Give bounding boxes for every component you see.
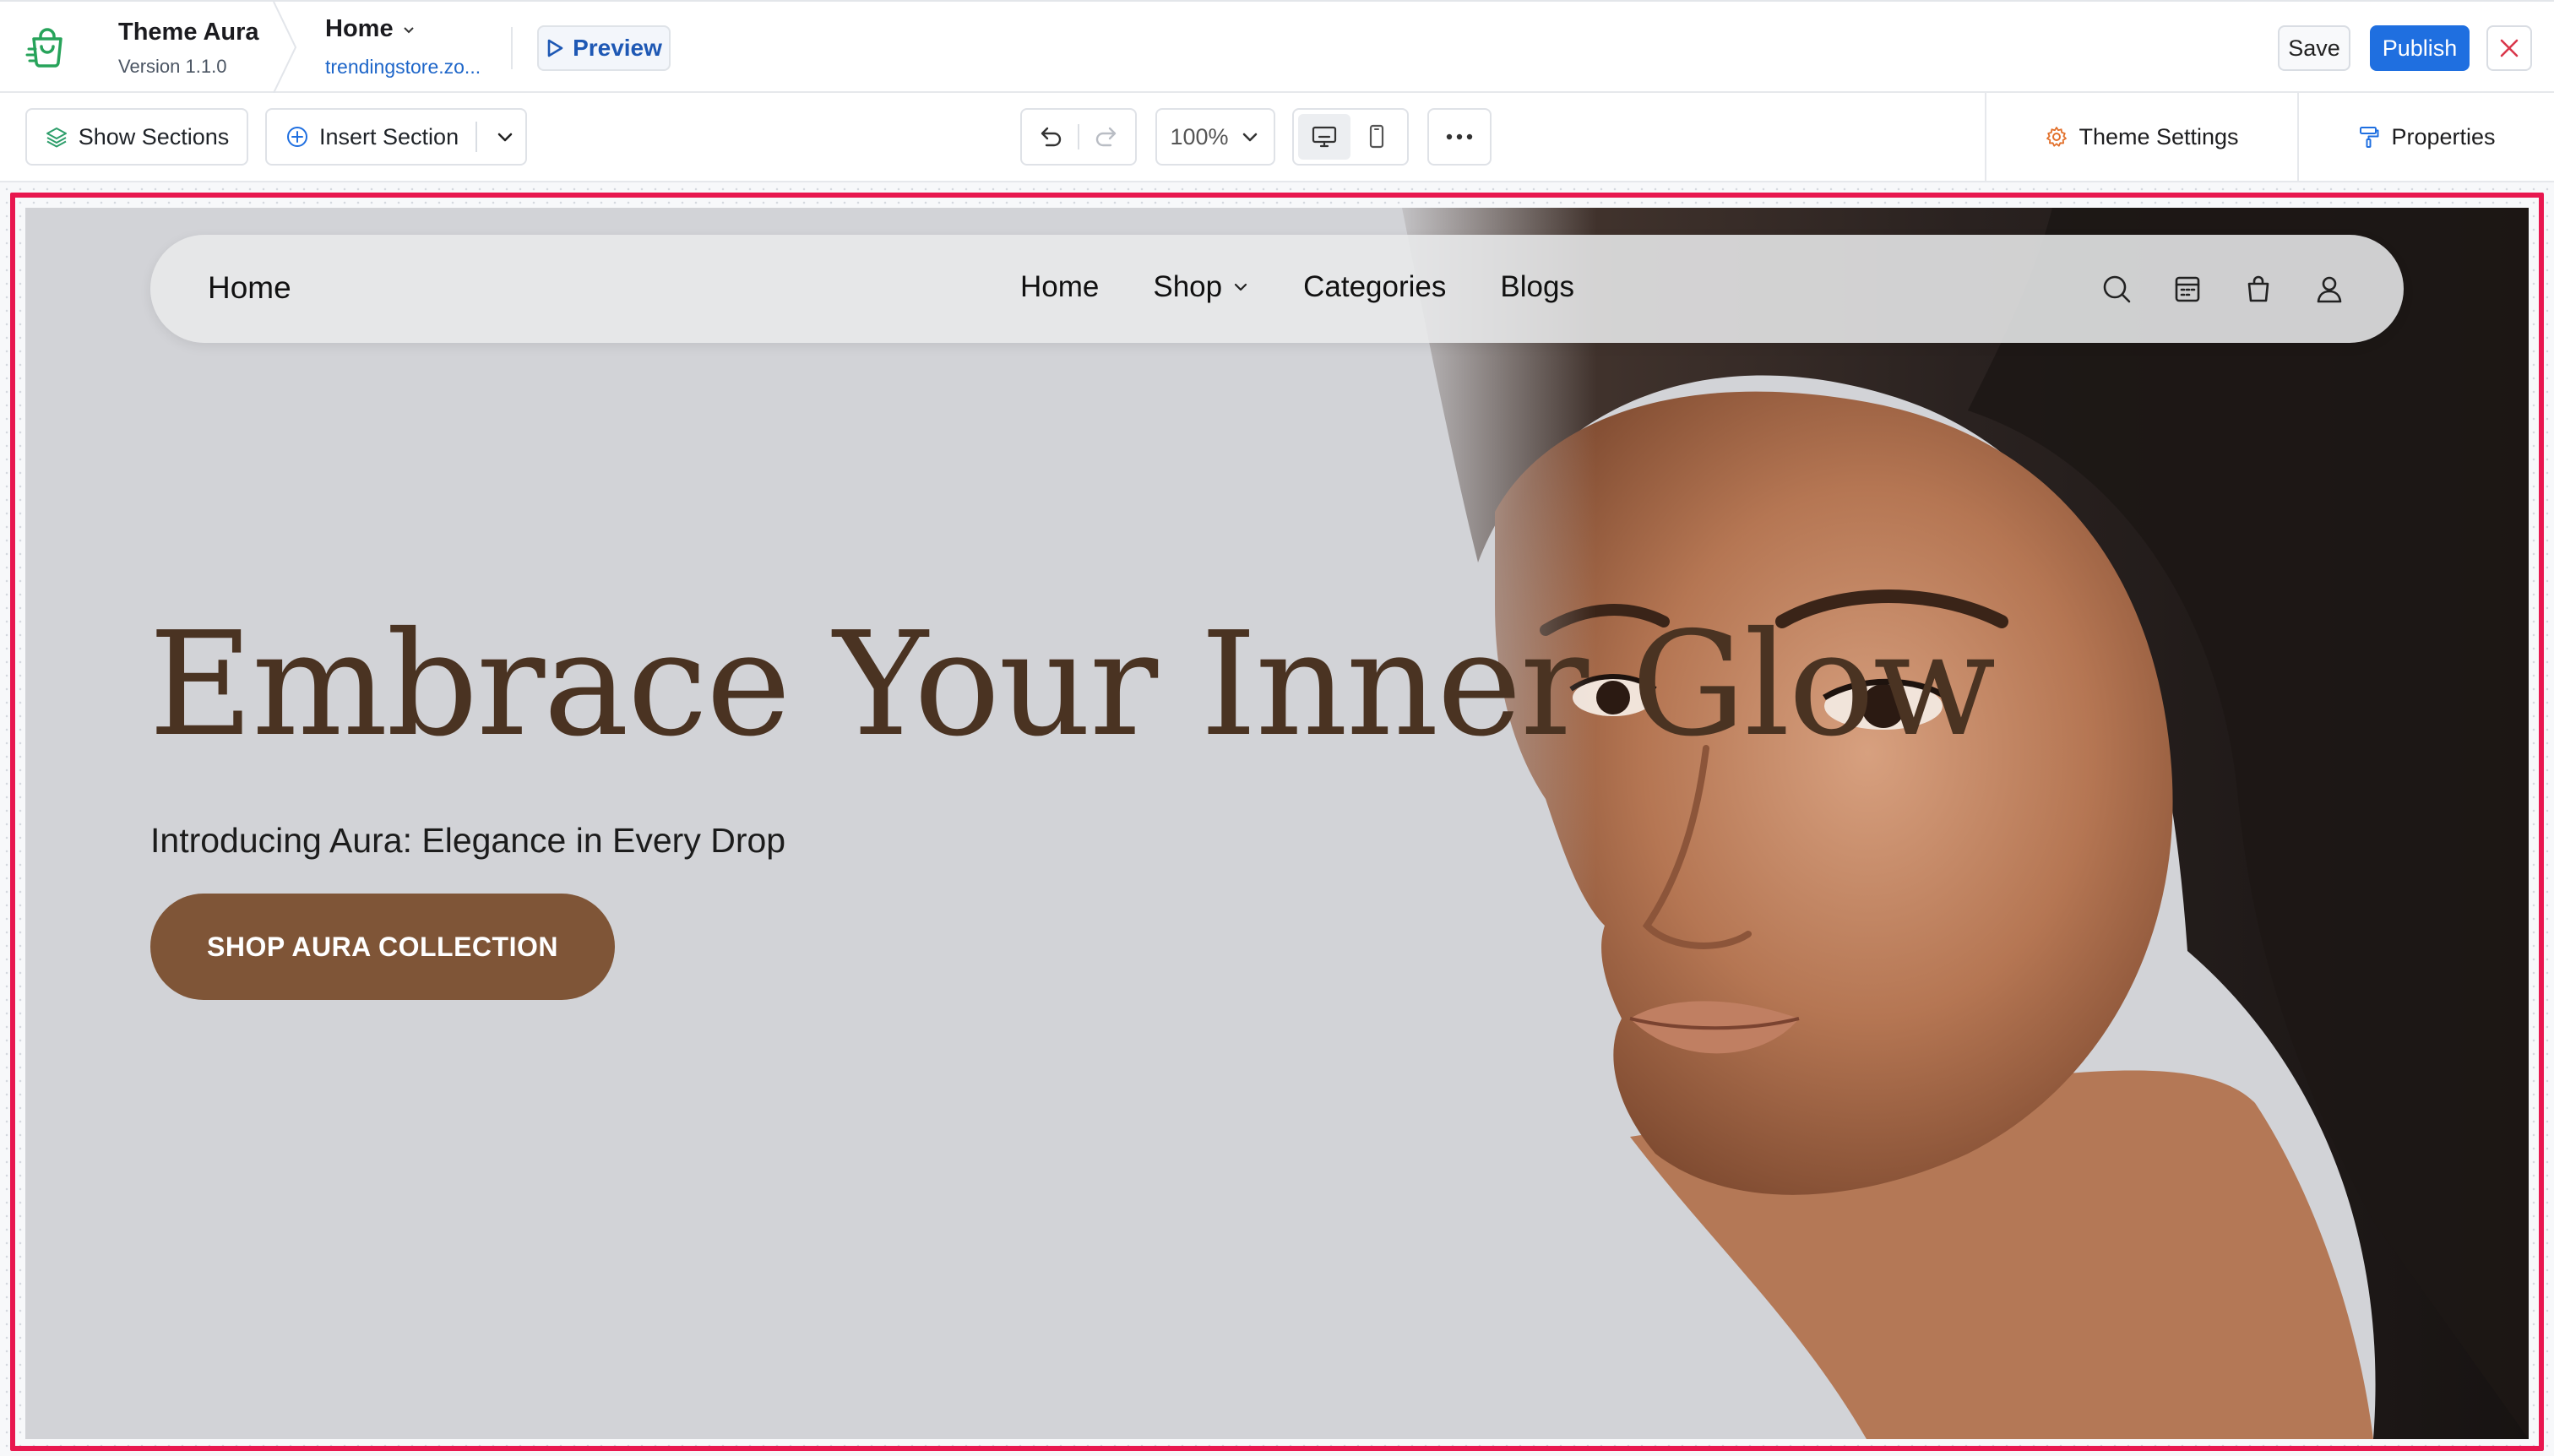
store-url-link[interactable]: trendingstore.zo...	[325, 56, 481, 79]
close-button[interactable]	[2486, 25, 2532, 71]
divider	[475, 122, 478, 152]
theme-settings-label: Theme Settings	[2079, 123, 2239, 149]
show-sections-button[interactable]: Show Sections	[25, 108, 248, 166]
more-horizontal-icon	[1446, 133, 1473, 140]
show-sections-label: Show Sections	[78, 123, 230, 149]
selected-section-outline	[10, 193, 2544, 1451]
plus-circle-icon	[287, 127, 307, 147]
play-icon	[547, 39, 563, 57]
editor-top-bar: Theme Aura Version 1.1.0 Home trendingst…	[0, 0, 2554, 93]
insert-section-label: Insert Section	[319, 123, 459, 149]
page-name: Home	[325, 15, 394, 42]
undo-redo-group	[1020, 108, 1137, 166]
page-selector[interactable]: Home	[325, 15, 416, 43]
undo-button[interactable]	[1022, 110, 1078, 164]
theme-name: Theme Aura	[118, 19, 259, 46]
save-button[interactable]: Save	[2278, 25, 2350, 71]
publish-button[interactable]: Publish	[2370, 25, 2470, 71]
shopping-bag-icon	[25, 28, 62, 68]
layers-icon	[46, 128, 67, 148]
desktop-icon	[1312, 126, 1337, 148]
redo-icon	[1095, 127, 1117, 147]
preview-label: Preview	[573, 35, 662, 61]
mobile-view-button[interactable]	[1350, 114, 1403, 160]
breadcrumb-separator	[273, 2, 297, 93]
preview-button[interactable]: Preview	[537, 25, 671, 71]
device-toggle	[1292, 108, 1409, 166]
close-icon	[2500, 39, 2519, 57]
zoom-value: 100%	[1170, 123, 1229, 149]
theme-settings-tab[interactable]: Theme Settings	[1986, 93, 2297, 181]
chevron-down-icon	[403, 26, 414, 33]
chevron-down-icon	[1242, 133, 1257, 142]
gear-icon	[2046, 127, 2068, 147]
paint-roller-icon	[2360, 127, 2379, 148]
undo-icon	[1041, 127, 1062, 147]
zoom-select[interactable]: 100%	[1155, 108, 1275, 166]
properties-label: Properties	[2391, 123, 2496, 149]
theme-version: Version 1.1.0	[118, 56, 227, 77]
insert-section-button[interactable]: Insert Section	[265, 108, 527, 166]
desktop-view-button[interactable]	[1298, 114, 1350, 160]
chevron-down-icon[interactable]	[494, 126, 516, 148]
redo-button[interactable]	[1079, 110, 1135, 164]
divider	[511, 27, 513, 69]
more-options-button[interactable]	[1427, 108, 1492, 166]
properties-tab[interactable]: Properties	[2299, 93, 2554, 181]
mobile-icon	[1369, 124, 1384, 149]
